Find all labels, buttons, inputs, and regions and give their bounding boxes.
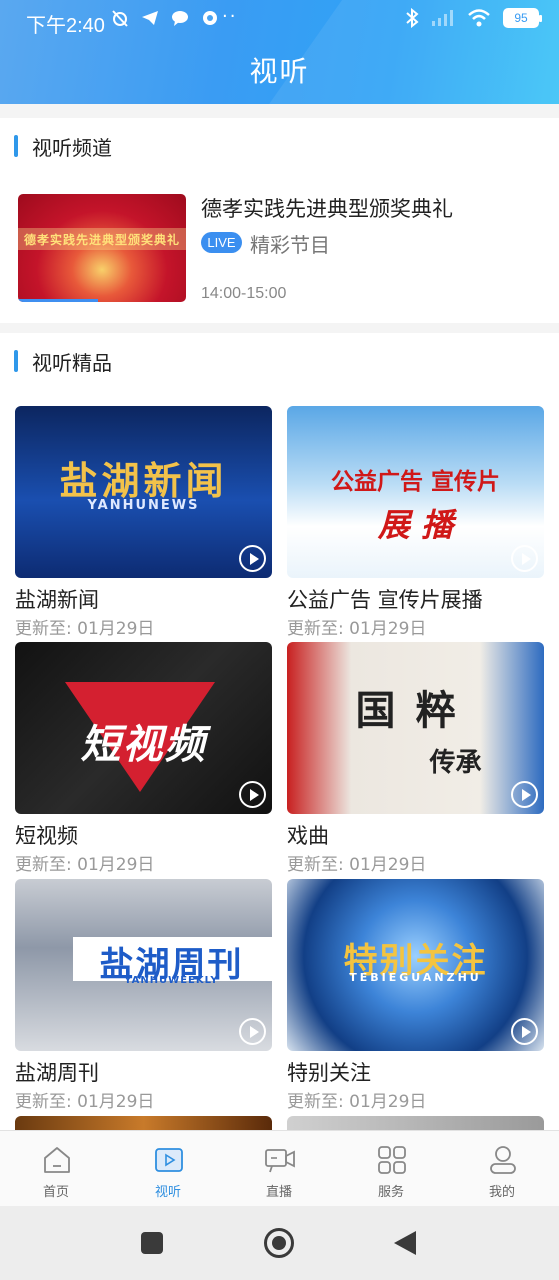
- channel-item-description: 精彩节目: [250, 233, 330, 257]
- channel-item-time: 14:00-15:00: [201, 285, 287, 302]
- program-thumbnail[interactable]: 公益广告 宣传片 展 播: [287, 406, 544, 578]
- program-updated: 更新至: 01月29日: [287, 619, 427, 639]
- battery-indicator: 95: [503, 8, 542, 28]
- thumbnail-subtitle: YANHUNEWS: [87, 498, 200, 513]
- thumbnail-subtitle: TEBIEGUANZHU: [349, 971, 482, 984]
- channel-section-title: 视听频道: [32, 135, 112, 160]
- program-title: 短视频: [15, 824, 78, 848]
- nav-item-live[interactable]: 直播: [239, 1131, 319, 1207]
- chat-bubble-icon: [172, 11, 188, 26]
- live-camera-icon: [265, 1149, 295, 1173]
- mute-alarm-icon: [112, 10, 128, 27]
- program-thumbnail[interactable]: 国粹 传承: [287, 642, 544, 814]
- program-updated: 更新至: 01月29日: [15, 855, 155, 875]
- thumbnail-title: 盐湖新闻: [59, 459, 228, 503]
- grid-services-icon: [378, 1146, 406, 1174]
- home-icon: [44, 1147, 70, 1173]
- play-icon[interactable]: [511, 781, 538, 808]
- nav-label: 服务: [377, 1185, 404, 1200]
- channel-progress-bar: [18, 299, 98, 302]
- program-thumbnail-partial[interactable]: [15, 1116, 272, 1130]
- channel-thumbnail-text: 德孝实践先进典型颁奖典礼: [24, 233, 181, 247]
- program-updated: 更新至: 01月29日: [287, 1092, 427, 1112]
- home-button[interactable]: [264, 1228, 294, 1258]
- app-header: 下午2:40 ·· 95 视听: [0, 0, 559, 104]
- thumbnail-subtitle: 传承: [429, 748, 482, 778]
- thumbnail-subtitle: YANHUWEEKLY: [124, 975, 219, 986]
- program-title: 戏曲: [287, 824, 329, 848]
- nav-item-home[interactable]: 首页: [16, 1131, 96, 1207]
- status-bar: 下午2:40 ·· 95: [0, 0, 559, 40]
- program-updated: 更新至: 01月29日: [15, 1092, 155, 1112]
- program-thumbnail[interactable]: 短视频: [15, 642, 272, 814]
- program-card[interactable]: 特别关注 TEBIEGUANZHU 特别关注 更新至: 01月29日: [287, 879, 544, 1112]
- live-badge: LIVE: [201, 232, 242, 253]
- program-card[interactable]: 公益广告 宣传片 展 播 公益广告 宣传片展播 更新至: 01月29日: [287, 406, 544, 639]
- program-thumbnail-partial[interactable]: [287, 1116, 544, 1130]
- program-title: 盐湖周刊: [15, 1061, 99, 1085]
- play-icon[interactable]: [239, 1018, 266, 1045]
- thumbnail-title: 公益广告 宣传片: [330, 468, 500, 495]
- nav-label: 直播: [265, 1185, 292, 1200]
- bluetooth-icon: [406, 8, 419, 28]
- nav-item-audiovisual[interactable]: 视听: [128, 1131, 208, 1207]
- thumbnail-title: 国粹: [355, 687, 476, 734]
- page-title: 视听: [249, 55, 310, 88]
- nav-item-services[interactable]: 服务: [351, 1131, 431, 1207]
- program-updated: 更新至: 01月29日: [15, 619, 155, 639]
- status-system-icons: 95: [405, 8, 542, 28]
- back-button[interactable]: [394, 1231, 416, 1255]
- user-icon: [490, 1146, 516, 1174]
- play-icon[interactable]: [239, 781, 266, 808]
- recent-apps-button[interactable]: [141, 1232, 163, 1254]
- nav-item-profile[interactable]: 我的: [462, 1131, 542, 1207]
- nav-label: 视听: [154, 1185, 181, 1200]
- thumbnail-subtitle: 展 播: [377, 506, 454, 544]
- nav-label: 我的: [488, 1185, 515, 1200]
- program-thumbnail[interactable]: 盐湖新闻 YANHUNEWS: [15, 406, 272, 578]
- play-icon[interactable]: [511, 545, 538, 572]
- bottom-navigation: 首页 视听 直播 服务 我的: [0, 1130, 559, 1206]
- section-accent-bar: [14, 135, 18, 157]
- wifi-icon: [468, 9, 490, 27]
- program-card[interactable]: 短视频 短视频 更新至: 01月29日: [15, 642, 272, 875]
- video-play-icon: [155, 1148, 183, 1172]
- program-card[interactable]: 盐湖新闻 YANHUNEWS 盐湖新闻 更新至: 01月29日: [15, 406, 272, 639]
- signal-icon: [432, 10, 453, 26]
- boutique-section-title: 视听精品: [32, 350, 112, 375]
- program-card[interactable]: 盐湖周刊 YANHUWEEKLY 盐湖周刊 更新至: 01月29日: [15, 879, 272, 1112]
- status-time: 下午2:40: [26, 15, 105, 37]
- play-icon[interactable]: [239, 545, 266, 572]
- section-accent-bar: [14, 350, 18, 372]
- program-title: 特别关注: [287, 1061, 371, 1085]
- system-navigation-bar: [0, 1206, 559, 1280]
- more-notifications-icon: ··: [222, 6, 238, 27]
- program-title: 盐湖新闻: [15, 588, 99, 612]
- program-thumbnail[interactable]: 盐湖周刊 YANHUWEEKLY: [15, 879, 272, 1051]
- program-title: 公益广告 宣传片展播: [287, 588, 483, 612]
- telegram-icon: [142, 11, 158, 25]
- channel-item-title[interactable]: 德孝实践先进典型颁奖典礼: [201, 193, 453, 223]
- status-notification-icons: [110, 8, 220, 28]
- nav-label: 首页: [42, 1185, 69, 1200]
- settings-gear-icon: [203, 11, 217, 25]
- program-card[interactable]: 国粹 传承 戏曲 更新至: 01月29日: [287, 642, 544, 875]
- home-button-dot: [272, 1236, 286, 1250]
- channel-thumbnail[interactable]: 德孝实践先进典型颁奖典礼: [18, 194, 186, 302]
- program-updated: 更新至: 01月29日: [287, 855, 427, 875]
- boutique-section-header: 视听精品: [14, 349, 112, 375]
- program-thumbnail[interactable]: 特别关注 TEBIEGUANZHU: [287, 879, 544, 1051]
- channel-section-header: 视听频道: [14, 134, 112, 160]
- play-icon[interactable]: [511, 1018, 538, 1045]
- thumbnail-title: 短视频: [80, 722, 207, 768]
